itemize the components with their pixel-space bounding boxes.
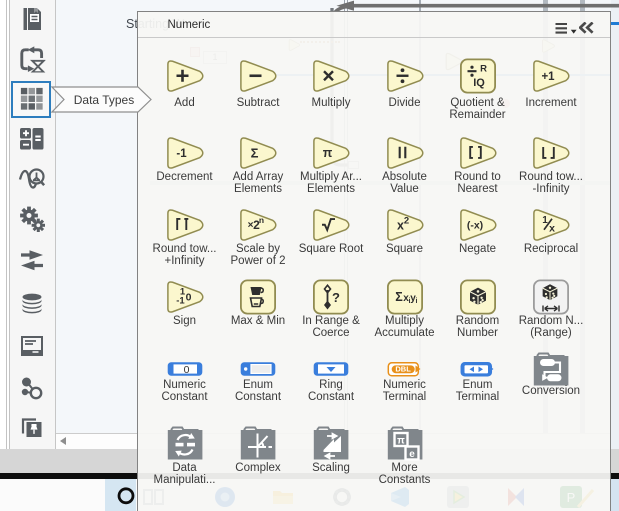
svg-text:Data Types: Data Types	[74, 93, 134, 107]
